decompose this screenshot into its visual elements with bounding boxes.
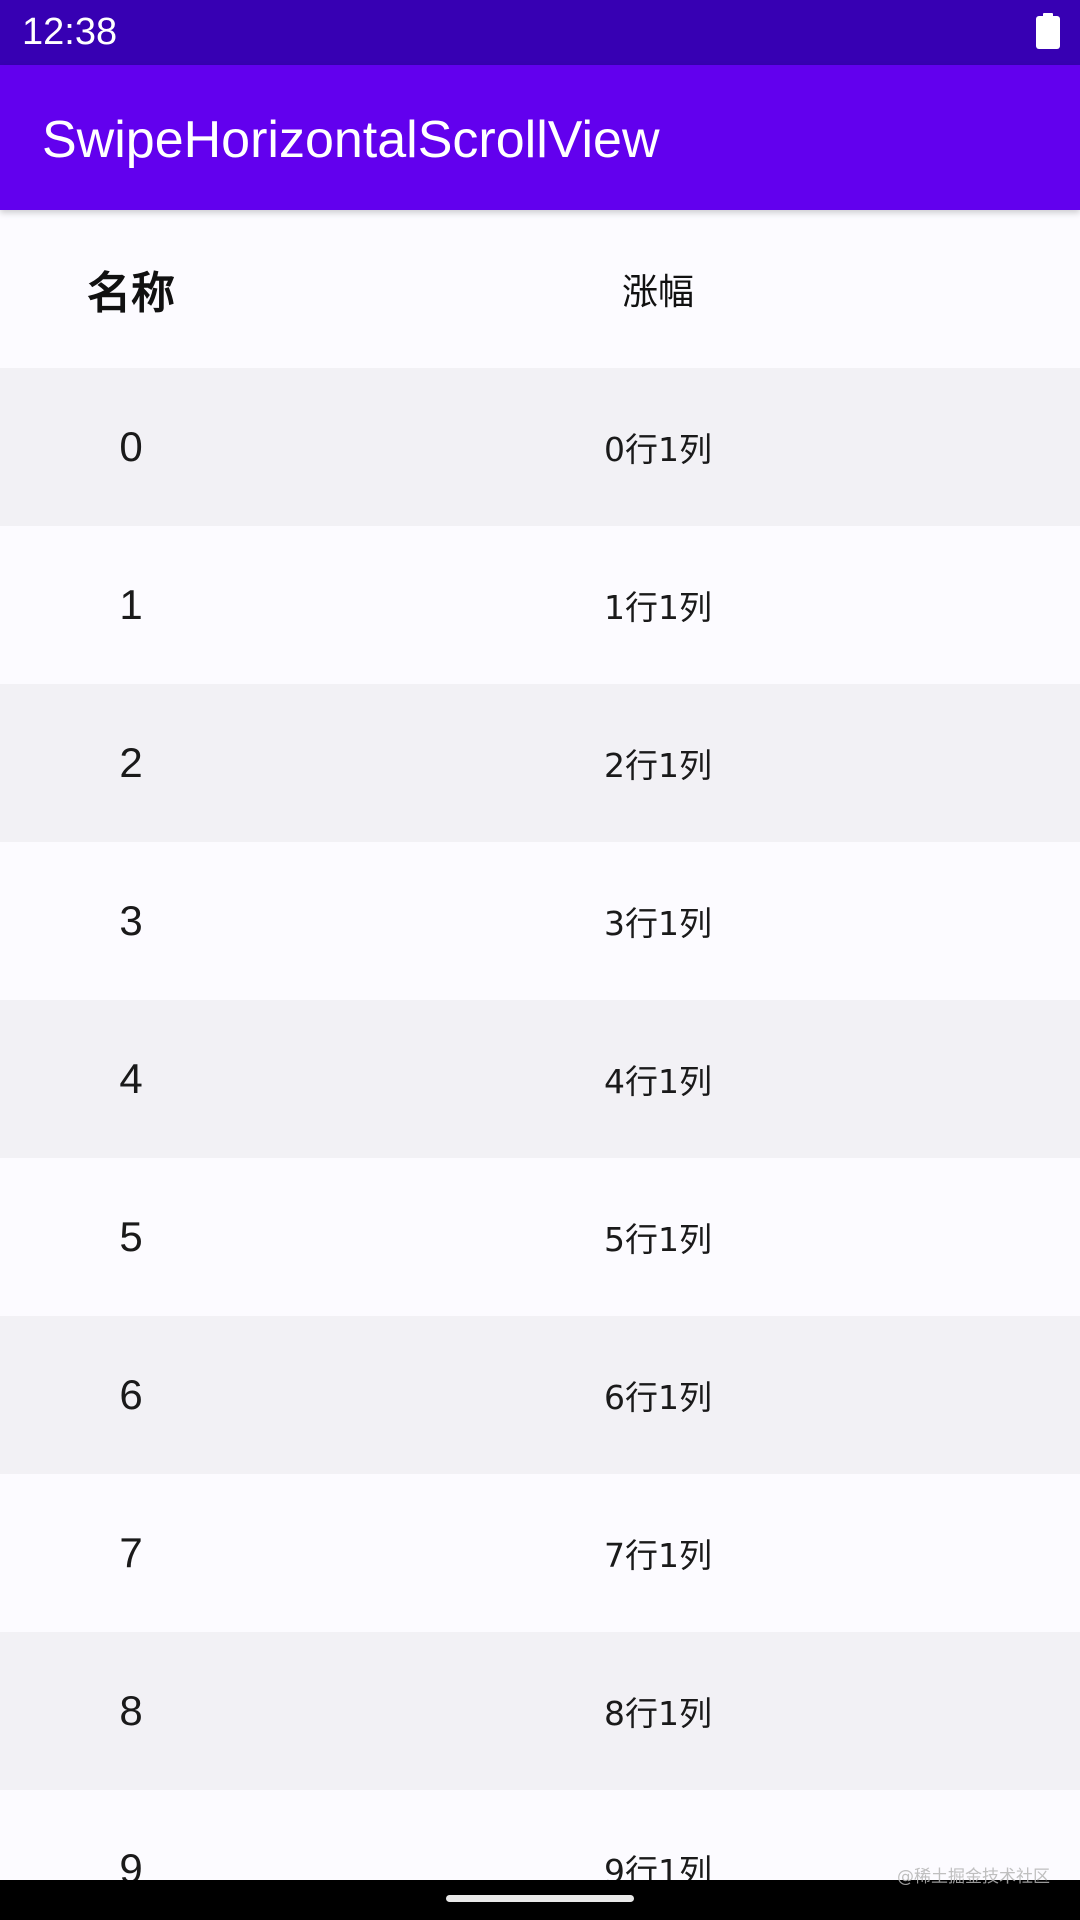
row-name-cell: 5 — [119, 1213, 143, 1260]
row-change-cell: 4行1列 — [604, 1062, 712, 1101]
header-change[interactable]: 涨幅 — [558, 210, 758, 368]
row-change-cell: 5行1列 — [604, 1220, 712, 1259]
screen: 12:38 SwipeHorizontalScrollView 名称 涨幅 0 … — [0, 0, 1080, 1920]
row-name-cell: 6 — [119, 1371, 143, 1418]
row-name-cell: 4 — [119, 1055, 143, 1102]
status-time: 12:38 — [22, 11, 118, 53]
row-name-cell: 0 — [119, 423, 143, 470]
row-change-cell: 2行1列 — [604, 746, 712, 785]
table-row[interactable]: 0 0行1列 — [0, 368, 1080, 526]
header-name[interactable]: 名称 — [0, 210, 262, 368]
row-name-cell: 1 — [119, 581, 143, 628]
row-change-cell: 3行1列 — [604, 904, 712, 943]
row-change-cell: 8行1列 — [604, 1694, 712, 1733]
table-row[interactable]: 7 7行1列 — [0, 1474, 1080, 1632]
row-change-cell: 0行1列 — [604, 430, 712, 469]
table-header: 名称 涨幅 — [0, 210, 1080, 368]
watermark: @稀土掘金技术社区 — [897, 1867, 1050, 1887]
table-row[interactable]: 3 3行1列 — [0, 842, 1080, 1000]
table-list[interactable]: 0 0行1列 1 1行1列 2 2行1列 3 3行1列 4 4行1列 5 5行1… — [0, 368, 1080, 1880]
row-name-cell: 7 — [119, 1529, 143, 1576]
table-row[interactable]: 6 6行1列 — [0, 1316, 1080, 1474]
app-bar: SwipeHorizontalScrollView — [0, 65, 1080, 210]
row-name-cell: 3 — [119, 897, 143, 944]
table-row[interactable]: 8 8行1列 — [0, 1632, 1080, 1790]
row-change-cell: 7行1列 — [604, 1536, 712, 1575]
table-row[interactable]: 1 1行1列 — [0, 526, 1080, 684]
battery-icon — [1036, 13, 1060, 49]
row-name-cell: 2 — [119, 739, 143, 786]
battery-body — [1036, 16, 1060, 49]
row-change-cell: 6行1列 — [604, 1378, 712, 1417]
table-row[interactable]: 2 2行1列 — [0, 684, 1080, 842]
row-change-cell: 9行1列 — [604, 1852, 712, 1880]
table-row[interactable]: 5 5行1列 — [0, 1158, 1080, 1316]
row-change-cell: 1行1列 — [604, 588, 712, 627]
home-handle[interactable] — [446, 1895, 634, 1902]
row-name-cell: 8 — [119, 1687, 143, 1734]
row-name-cell: 9 — [119, 1845, 143, 1880]
table-row[interactable]: 4 4行1列 — [0, 1000, 1080, 1158]
app-title: SwipeHorizontalScrollView — [42, 111, 660, 169]
status-bar: 12:38 — [0, 0, 1080, 65]
